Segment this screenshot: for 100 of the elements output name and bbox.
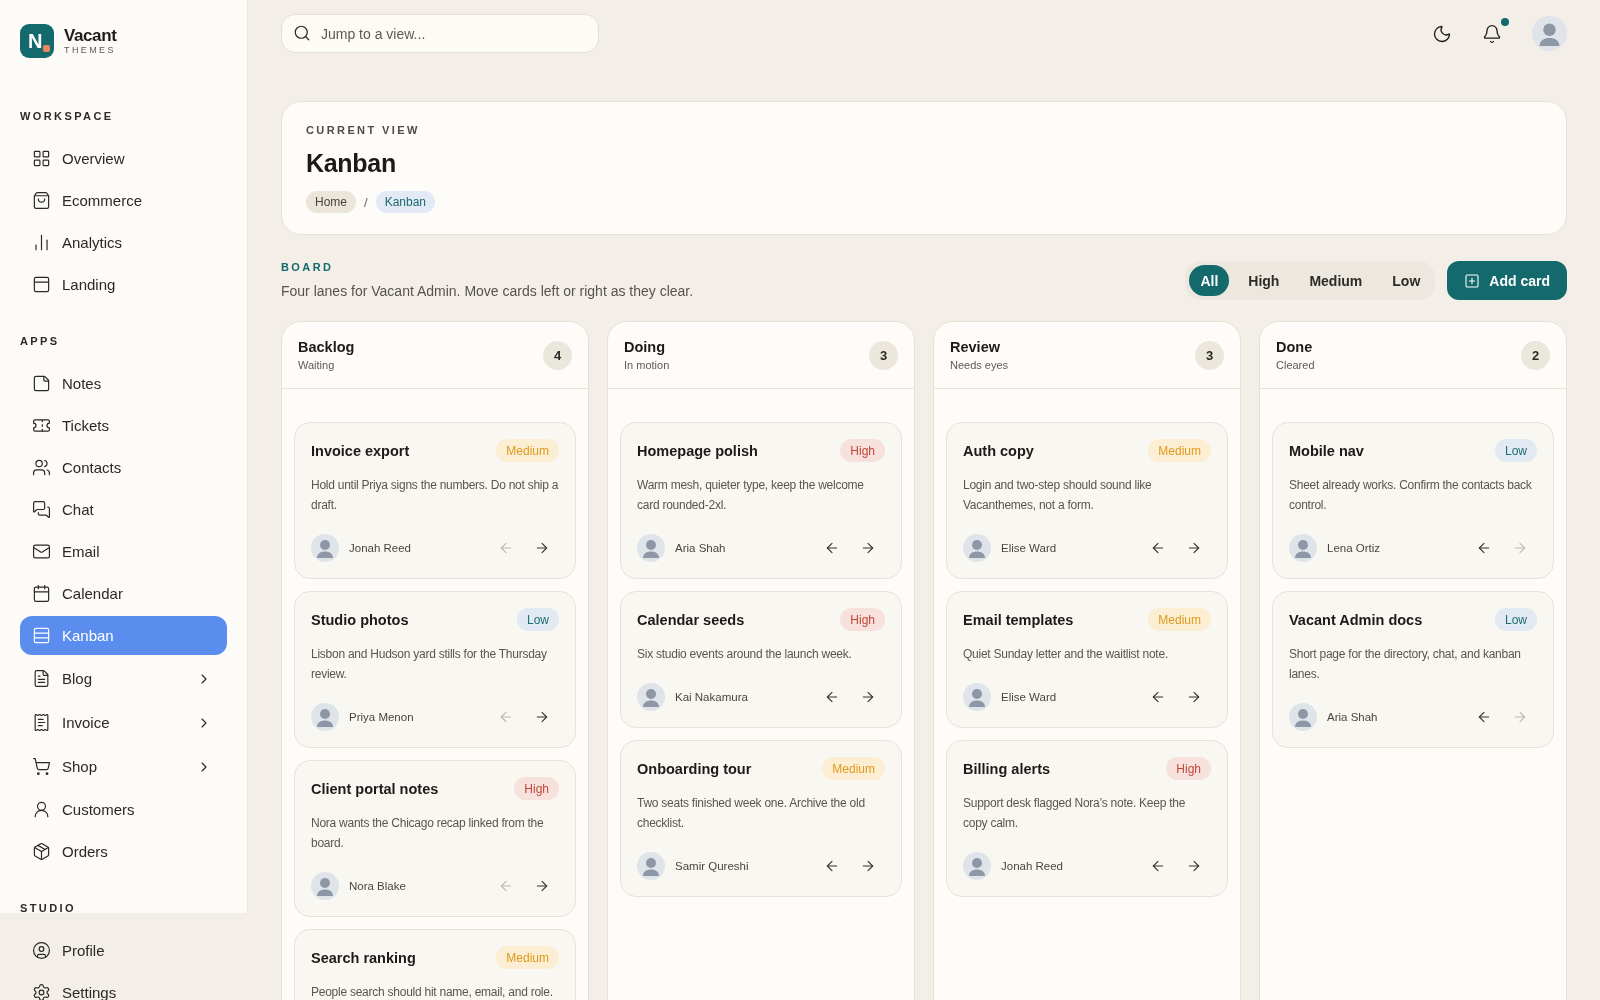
assignee-name: Priya Menon [349,711,415,723]
search-field[interactable]: Jump to a view... [281,14,599,53]
lane-subtitle: Waiting [298,358,336,372]
card-title: Auth copy [963,442,1034,459]
nav-item[interactable]: Landing [20,265,227,304]
nav-item[interactable]: Ecommerce [20,181,227,220]
section-title: APPS [20,334,61,348]
bag-icon [32,191,51,210]
card-description: Short page for the directory, chat, and kanban lanes. [1289,646,1522,683]
task-card[interactable]: Search ranking Medium People search should hit name, email, and role. [294,929,576,1000]
priority-tag: High [514,777,559,800]
task-card[interactable]: Studio photos Low Lisbon and Hudson yard stills for the Thursday review. Priya Menon [294,591,576,748]
count-badge: 3 [869,341,898,370]
lane-subtitle: Needs eyes [950,358,1009,372]
arrow-left-icon [1476,709,1492,725]
breadcrumb-link[interactable]: Kanban [375,191,435,213]
card-description: Support desk flagged Nora’s note. Keep the copy calm. [963,795,1187,832]
task-card[interactable]: Mobile nav Low Sheet already works. Confirm the contacts back control. Lena Ortiz [1272,422,1554,579]
task-card[interactable]: Homepage polish High Warm mesh, quieter type, keep the welcome card rounded-2xl. Aria Shah [620,422,902,579]
avatar-icon [311,703,339,731]
nav-item[interactable]: Orders [20,832,227,871]
receipt-icon [32,713,51,732]
task-card[interactable]: Email templates Medium Quiet Sunday letter and the waitlist note. Elise Ward [946,591,1228,728]
arrow-right-icon [534,709,550,725]
task-card[interactable]: Onboarding tour Medium Two seats finished week one. Archive the old checklist. Samir Qureshi [620,740,902,897]
avatar-icon [1289,534,1317,562]
nav-item[interactable]: Invoice [20,702,227,743]
users-icon [32,458,51,477]
nav-item[interactable]: Analytics [20,223,227,262]
filter-tab[interactable]: Low [1381,265,1432,296]
nav-item[interactable]: Contacts [20,448,227,487]
card-title: Onboarding tour [637,760,752,777]
board-label: BOARD [281,260,335,274]
arrow-right-icon [1512,709,1528,725]
card-description: Login and two-step should sound like Vacanthemes, not a form. [963,477,1153,514]
priority-tag: High [840,608,885,631]
filter-tab[interactable]: All [1189,265,1230,296]
ticket-icon [32,416,51,435]
card-title: Homepage polish [637,442,758,459]
task-card[interactable]: Calendar seeds High Six studio events around the launch week. Kai Nakamura [620,591,902,728]
settings-icon [32,983,51,1000]
filter-tab[interactable]: High [1237,265,1291,296]
task-card[interactable]: Client portal notes High Nora wants the Chicago recap linked from the board. Nora Blake [294,760,576,917]
bar-chart-icon [32,233,51,252]
section-title: STUDIO [20,901,77,915]
avatar-icon [963,534,991,562]
task-card[interactable]: Billing alerts High Support desk flagged Nora’s note. Keep the copy calm. Jonah Reed [946,740,1228,897]
eyebrow-label: CURRENT VIEW [306,123,421,137]
nav-item[interactable]: Shop [20,746,227,787]
avatar-icon [1289,703,1317,731]
card-title: Calendar seeds [637,611,745,628]
lane-title: Done [1276,339,1314,356]
nav-item[interactable]: Calendar [20,574,227,613]
filter-tab[interactable]: Medium [1298,265,1374,296]
card-title: Invoice export [311,442,410,459]
arrow-right-icon [534,878,550,894]
board-description: Four lanes for Vacant Admin. Move cards left or right as they clear. [281,282,694,301]
lane-subtitle: Cleared [1276,358,1315,372]
bell-icon [1482,23,1502,44]
priority-tag: Low [1495,439,1537,462]
assignee-name: Samir Qureshi [675,860,750,872]
brand-name: Vacant [64,26,117,45]
card-description: Hold until Priya signs the numbers. Do not ship a draft. [311,477,560,514]
arrow-left-icon [498,878,514,894]
arrow-right-icon [860,689,876,705]
nav-item[interactable]: Blog [20,658,227,699]
add-card-button[interactable]: Add card [1447,261,1567,300]
avatar-icon [637,534,665,562]
nav-item[interactable]: Customers [20,790,227,829]
assignee-name: Kai Nakamura [675,691,749,703]
cart-icon [32,757,51,776]
nav-item[interactable]: Notes [20,364,227,403]
nav-item[interactable]: Overview [20,139,227,178]
avatar-icon [311,534,339,562]
section-title: WORKSPACE [20,109,115,123]
count-badge: 3 [1195,341,1224,370]
nav-item[interactable]: Tickets [20,406,227,445]
nav-item[interactable]: Email [20,532,227,571]
lane-title: Doing [624,339,667,356]
breadcrumb-link[interactable]: Home [306,191,356,213]
task-card[interactable]: Auth copy Medium Login and two-step should sound like Vacanthemes, not a form. Elise Ward [946,422,1228,579]
nav-item[interactable]: Chat [20,490,227,529]
arrow-right-icon [1186,540,1202,556]
arrow-left-icon [1150,689,1166,705]
assignee-name: Aria Shah [1327,711,1379,723]
priority-tag: Medium [496,439,559,462]
assignee-name: Aria Shah [675,542,727,554]
task-card[interactable]: Invoice export Medium Hold until Priya signs the numbers. Do not ship a draft. Jonah Reed [294,422,576,579]
nav-item[interactable]: Profile [20,931,227,970]
lane-title: Review [950,339,1001,356]
arrow-left-icon [1150,858,1166,874]
user-icon [32,800,51,819]
arrow-right-icon [1186,689,1202,705]
arrow-right-icon [1512,540,1528,556]
avatar-icon[interactable] [1532,16,1567,51]
task-card[interactable]: Vacant Admin docs Low Short page for the directory, chat, and kanban lanes. Aria Shah [1272,591,1554,748]
rows-icon [32,626,51,645]
avatar-icon [963,683,991,711]
card-description: Sheet already works. Confirm the contacts back control. [1289,477,1533,514]
avatar-icon [637,852,665,880]
